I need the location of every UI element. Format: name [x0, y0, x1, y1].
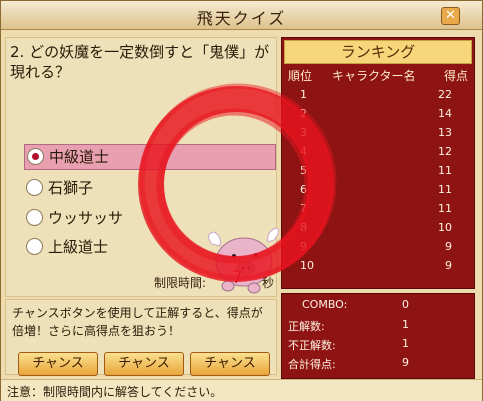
- ranking-title: ランキング: [284, 40, 472, 64]
- chance-button[interactable]: チャンス: [18, 352, 98, 376]
- stats-value: 1: [402, 318, 409, 331]
- ranking-score: 10: [438, 221, 452, 234]
- option-label: ウッサッサ: [48, 209, 124, 227]
- radio-icon[interactable]: [26, 179, 43, 196]
- radio-selected-icon[interactable]: [27, 148, 44, 165]
- radio-icon[interactable]: [26, 209, 43, 226]
- ranking-score: 22: [438, 88, 452, 101]
- stats-row-correct: 正解数: 1: [282, 318, 474, 336]
- radio-icon[interactable]: [26, 238, 43, 255]
- stats-row-combo: COMBO: 0: [282, 298, 474, 316]
- ranking-score: 11: [438, 164, 452, 177]
- stats-panel: COMBO: 0 正解数: 1 不正解数: 1 合計得点: 9: [281, 293, 475, 379]
- ranking-score: 11: [438, 202, 452, 215]
- ranking-score: 11: [438, 183, 452, 196]
- ranking-score: 9: [445, 240, 452, 253]
- option-label: 上級道士: [48, 238, 109, 256]
- stats-row-incorrect: 不正解数: 1: [282, 337, 474, 355]
- stats-label: 不正解数:: [288, 339, 336, 352]
- window-title: 飛天クイズ: [196, 9, 287, 28]
- option-label: 石獅子: [48, 179, 94, 197]
- title-bar[interactable]: 飛天クイズ ✕: [1, 1, 482, 30]
- hint-text: チャンスボタンを使用して正解すると、得点が倍増！さらに高得点を狙おう！: [12, 306, 263, 338]
- stats-label: 正解数:: [288, 320, 325, 333]
- chance-button[interactable]: チャンス: [104, 352, 184, 376]
- ranking-score: 13: [438, 126, 452, 139]
- quiz-window: 飛天クイズ ✕ 2. どの妖魔を一定数倒すと「鬼僕」が現れる？ 中級道士 石獅子…: [0, 0, 483, 401]
- ranking-header-score: 得点: [444, 69, 469, 83]
- chance-button[interactable]: チャンス: [190, 352, 270, 376]
- stats-row-total: 合計得点: 9: [282, 356, 474, 374]
- close-button[interactable]: ✕: [441, 7, 460, 25]
- close-icon: ✕: [445, 8, 456, 23]
- stats-value: 9: [402, 356, 409, 369]
- stats-label: COMBO:: [302, 298, 348, 311]
- stats-value: 1: [402, 337, 409, 350]
- footer-notice: 注意：制限時間内に解答してください。: [7, 385, 223, 399]
- option-label: 中級道士: [49, 148, 110, 166]
- hint-panel: チャンスボタンを使用して正解すると、得点が倍増！さらに高得点を狙おう！ チャンス…: [5, 299, 277, 376]
- ranking-score: 12: [438, 145, 452, 158]
- ranking-score: 14: [438, 107, 452, 120]
- footer-bar: 注意：制限時間内に解答してください。: [1, 379, 482, 401]
- red-ring-marker-icon: [138, 83, 337, 282]
- ranking-score: 9: [445, 259, 452, 272]
- stats-label: 合計得点:: [288, 358, 336, 371]
- stats-value: 0: [402, 298, 409, 311]
